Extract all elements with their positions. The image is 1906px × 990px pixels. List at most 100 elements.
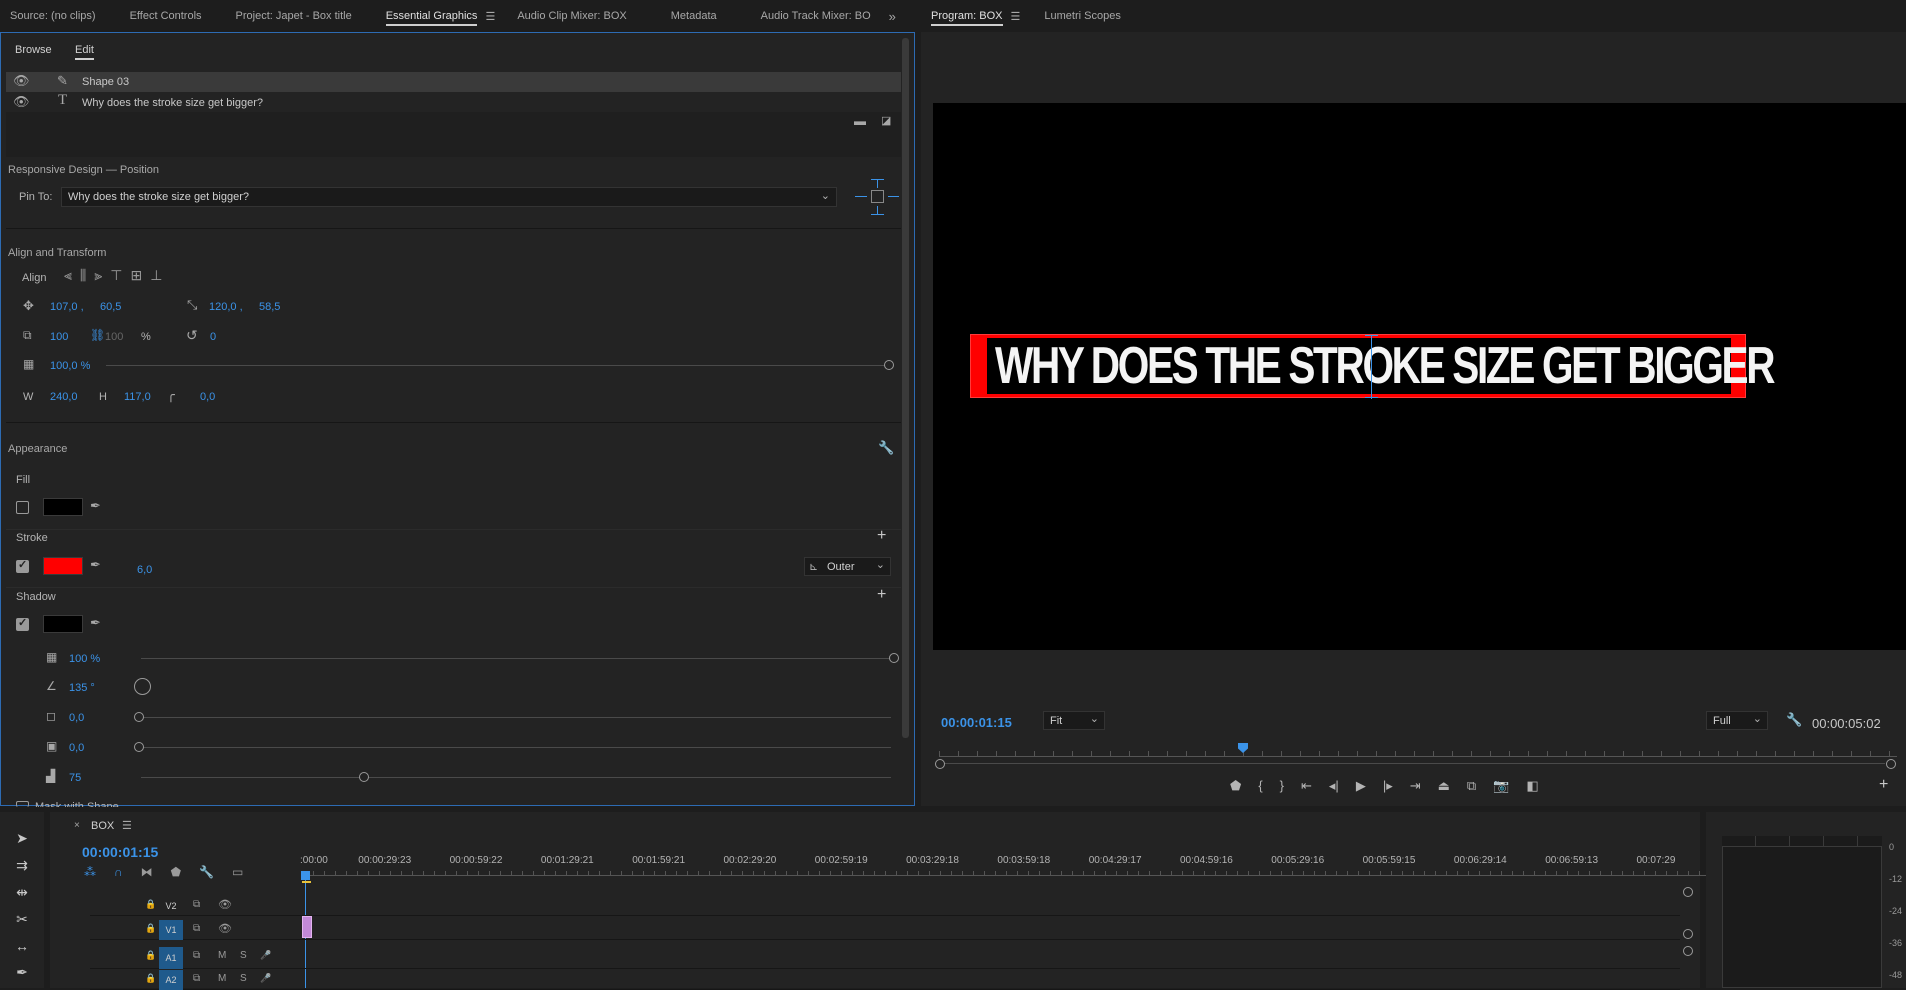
tab-lumetri-scopes[interactable]: Lumetri Scopes xyxy=(1034,0,1130,32)
go-to-in-icon[interactable]: ⇤ xyxy=(1301,778,1312,794)
eye-icon[interactable]: 👁 xyxy=(218,898,232,911)
shadow-size-knob[interactable] xyxy=(134,742,144,752)
export-frame-icon[interactable]: 📷 xyxy=(1493,778,1509,794)
eyedropper-icon[interactable]: ✒ xyxy=(90,498,101,514)
tab-audio-clip-mixer[interactable]: Audio Clip Mixer: BOX xyxy=(507,0,636,32)
layer-name-text[interactable]: Why does the stroke size get bigger? xyxy=(82,97,263,109)
mark-out-icon[interactable]: } xyxy=(1280,778,1284,794)
pin-edges-widget[interactable] xyxy=(855,179,899,215)
shadow-blur-slider[interactable] xyxy=(141,777,891,778)
lock-icon[interactable]: 🔒 xyxy=(145,923,156,934)
lock-icon[interactable]: 🔒 xyxy=(145,899,156,910)
corner-radius-value[interactable]: 0,0 xyxy=(200,391,215,403)
sync-lock-icon[interactable]: ⧉ xyxy=(193,950,200,961)
timeline-timecode[interactable]: 00:00:01:15 xyxy=(82,844,158,860)
mask-checkbox[interactable] xyxy=(16,801,29,807)
pin-to-dropdown[interactable]: Why does the stroke size get bigger? ⌄ xyxy=(61,187,837,207)
fill-swatch[interactable] xyxy=(43,498,83,516)
shadow-distance-value[interactable]: 0,0 xyxy=(69,712,84,724)
pen-tool-icon[interactable]: ✒ xyxy=(16,964,28,981)
sync-lock-icon[interactable]: ⧉ xyxy=(193,899,200,910)
edit-tab[interactable]: Edit xyxy=(75,44,94,60)
comparison-view-icon[interactable]: ◧ xyxy=(1526,778,1538,794)
slip-tool-icon[interactable]: ↔ xyxy=(15,938,29,954)
track-label[interactable]: V2 xyxy=(159,896,183,916)
captions-icon[interactable]: ▭ xyxy=(232,865,243,879)
shadow-angle-value[interactable]: 135 ° xyxy=(69,682,95,694)
zoom-dropdown[interactable]: Fit ⌄ xyxy=(1043,711,1105,730)
nest-icon[interactable]: ⁂ xyxy=(84,865,96,879)
mute-button[interactable]: M xyxy=(218,973,226,984)
track-scroll-bottom[interactable] xyxy=(1683,946,1693,956)
add-shadow-icon[interactable]: + xyxy=(877,586,886,604)
add-marker-icon[interactable]: ⬟ xyxy=(171,865,181,879)
track-label[interactable]: A2 xyxy=(159,970,183,990)
shadow-size-value[interactable]: 0,0 xyxy=(69,742,84,754)
go-to-out-icon[interactable]: ⇥ xyxy=(1410,778,1421,794)
razor-tool-icon[interactable]: ✂ xyxy=(16,911,28,928)
position-y[interactable]: 60,5 xyxy=(100,301,121,313)
align-left-icon[interactable]: ⫷ xyxy=(64,267,72,284)
program-time-ruler[interactable] xyxy=(939,739,1897,757)
anchor-y[interactable]: 58,5 xyxy=(259,301,280,313)
height-value[interactable]: 117,0 xyxy=(124,391,151,403)
stroke-checkbox[interactable] xyxy=(16,558,29,573)
linked-selection-icon[interactable]: ⧓ xyxy=(141,865,153,879)
align-right-icon[interactable]: ⫸ xyxy=(94,267,102,284)
rotation-value[interactable]: 0 xyxy=(210,331,216,343)
zoom-bar-end[interactable] xyxy=(1886,759,1896,769)
track-scroll-top[interactable] xyxy=(1683,887,1693,897)
align-bottom-icon[interactable]: ⊥ xyxy=(150,267,162,284)
tab-audio-track-mixer[interactable]: Audio Track Mixer: BO xyxy=(751,0,881,32)
lock-icon[interactable]: 🔒 xyxy=(145,973,156,984)
eyedropper-icon[interactable]: ✒ xyxy=(90,615,101,631)
work-area-bar[interactable] xyxy=(302,881,311,883)
layer-name-shape[interactable]: Shape 03 xyxy=(82,76,129,88)
timeline-ruler[interactable]: :00:00 00:00:29:23 00:00:59:22 00:01:29:21 0… xyxy=(300,852,1732,876)
selection-tool-icon[interactable]: ➤ xyxy=(16,830,28,847)
scale-value[interactable]: 100 xyxy=(50,331,68,343)
mic-icon[interactable]: 🎤 xyxy=(260,973,271,984)
tab-essential-graphics[interactable]: Essential Graphics xyxy=(376,0,488,32)
timeline-playhead[interactable] xyxy=(301,871,310,880)
shadow-distance-knob[interactable] xyxy=(134,712,144,722)
track-select-tool-icon[interactable]: ⇉ xyxy=(16,857,28,874)
ripple-edit-tool-icon[interactable]: ⇹ xyxy=(16,884,28,901)
title-box[interactable]: WHY DOES THE STROKE SIZE GET BIGGER xyxy=(970,334,1776,399)
sync-lock-icon[interactable]: ⧉ xyxy=(193,973,200,984)
quality-dropdown[interactable]: Full ⌄ xyxy=(1706,711,1768,730)
mute-button[interactable]: M xyxy=(218,950,226,961)
eyedropper-icon[interactable]: ✒ xyxy=(90,557,101,573)
anchor-x[interactable]: 120,0 , xyxy=(209,301,243,313)
shadow-blur-knob[interactable] xyxy=(359,772,369,782)
lift-icon[interactable]: ⏏ xyxy=(1438,778,1450,794)
add-stroke-icon[interactable]: + xyxy=(877,527,886,545)
track-scroll-mid[interactable] xyxy=(1683,929,1693,939)
stroke-swatch[interactable] xyxy=(43,557,83,575)
eye-icon[interactable]: 👁 xyxy=(218,922,232,935)
align-center-v-icon[interactable]: ⊞ xyxy=(130,267,142,284)
title-text[interactable]: WHY DOES THE STROKE SIZE GET BIGGER xyxy=(995,338,1776,394)
tab-effect-controls[interactable]: Effect Controls xyxy=(120,0,212,32)
track-label[interactable]: A1 xyxy=(159,947,183,969)
shadow-size-slider[interactable] xyxy=(141,747,891,748)
shadow-blur-value[interactable]: 75 xyxy=(69,772,81,784)
graphic-clip[interactable] xyxy=(302,916,312,938)
sync-lock-icon[interactable]: ⧉ xyxy=(193,923,200,934)
snap-icon[interactable]: ∩ xyxy=(114,865,123,879)
shadow-swatch[interactable] xyxy=(43,615,83,633)
track-label[interactable]: V1 xyxy=(159,920,183,940)
program-timecode[interactable]: 00:00:01:15 xyxy=(941,715,1012,730)
layer-row[interactable] xyxy=(6,72,901,92)
width-value[interactable]: 240,0 xyxy=(50,391,78,403)
eye-icon[interactable]: 👁 xyxy=(13,73,30,89)
mic-icon[interactable]: 🎤 xyxy=(260,950,271,961)
close-icon[interactable]: × xyxy=(74,820,80,831)
panel-scrollbar[interactable] xyxy=(902,38,909,738)
link-icon[interactable]: ⛓ xyxy=(90,328,105,342)
panel-menu-icon[interactable]: ☰ xyxy=(122,819,132,832)
settings-wrench-icon[interactable]: 🔧 xyxy=(1786,712,1802,728)
stroke-width-value[interactable]: 6,0 xyxy=(137,564,152,576)
solo-button[interactable]: S xyxy=(240,973,247,984)
zoom-bar[interactable] xyxy=(945,763,1885,764)
